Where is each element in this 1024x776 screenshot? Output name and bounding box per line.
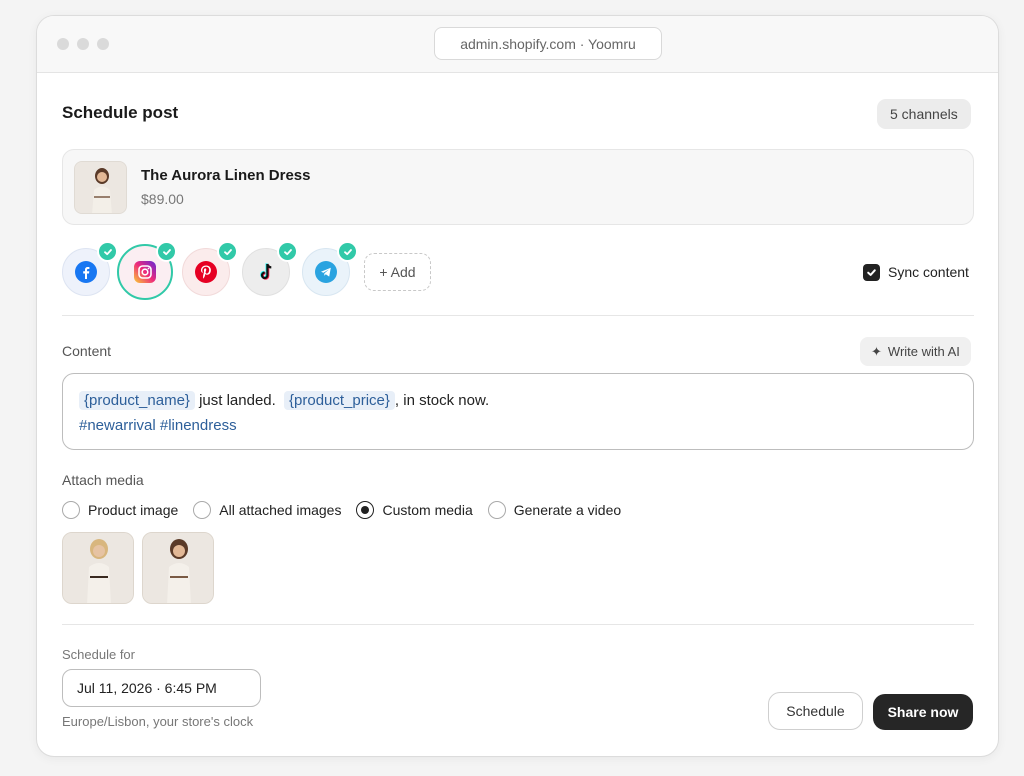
pinterest-icon: [195, 261, 217, 283]
facebook-icon: [75, 261, 97, 283]
section-divider: [62, 624, 974, 625]
channel-facebook[interactable]: [62, 241, 118, 296]
schedule-for-label: Schedule for: [62, 647, 135, 662]
check-icon: [217, 241, 238, 262]
radio-button[interactable]: [356, 501, 375, 519]
content-editor[interactable]: {product_name} just landed. {product_pri…: [62, 373, 974, 450]
add-channel-button[interactable]: + Add: [364, 253, 431, 291]
product-price: $89.00: [141, 191, 184, 207]
product-name-token[interactable]: {product_name}: [79, 391, 195, 410]
product-card: The Aurora Linen Dress $89.00: [62, 149, 974, 225]
tiktok-icon: [255, 261, 277, 283]
telegram-icon: [315, 261, 337, 283]
media-thumbnail[interactable]: [62, 532, 134, 604]
schedule-button[interactable]: Schedule: [768, 692, 863, 730]
page-title: Schedule post: [62, 103, 179, 122]
app-window: admin.shopify.com · Yoomru Schedule post…: [36, 15, 999, 757]
media-thumbnail[interactable]: [142, 532, 214, 604]
content-text: , in stock now.: [394, 392, 490, 409]
content-hashtags: #newarrival #linendress: [79, 417, 237, 434]
attach-media-label: Attach media: [62, 472, 144, 488]
window-control-dot[interactable]: [77, 38, 89, 50]
write-with-ai-label: Write with AI: [887, 344, 960, 359]
product-name: The Aurora Linen Dress: [141, 167, 311, 184]
sync-content-label[interactable]: Sync content: [888, 264, 969, 280]
channel-telegram[interactable]: [302, 241, 358, 296]
radio-generate-video[interactable]: Generate a video: [487, 501, 622, 519]
radio-label: Generate a video: [513, 502, 622, 518]
content-text: just landed.: [199, 392, 276, 409]
check-icon: [97, 241, 118, 262]
channel-pinterest[interactable]: [182, 241, 238, 296]
radio-label: Product image: [88, 502, 179, 518]
window-control-dot[interactable]: [97, 38, 109, 50]
check-icon: [867, 269, 876, 276]
check-icon: [277, 241, 298, 262]
channel-tiktok[interactable]: [242, 241, 298, 296]
radio-label: All attached images: [219, 502, 342, 518]
sync-content-checkbox[interactable]: [863, 264, 880, 281]
timezone-note: Europe/Lisbon, your store's clock: [62, 714, 254, 729]
section-divider: [62, 315, 974, 316]
product-price-token[interactable]: {product_price}: [284, 391, 395, 410]
product-thumbnail: [74, 161, 127, 214]
write-with-ai-button[interactable]: ✦ Write with AI: [860, 337, 971, 366]
radio-button[interactable]: [62, 501, 80, 519]
browser-titlebar: admin.shopify.com · Yoomru: [37, 16, 998, 73]
address-bar[interactable]: admin.shopify.com · Yoomru: [434, 27, 662, 60]
radio-product-image[interactable]: Product image: [62, 501, 178, 519]
radio-button[interactable]: [487, 501, 506, 519]
sparkle-icon: ✦: [871, 343, 882, 359]
radio-all-attached-images[interactable]: All attached images: [193, 501, 341, 519]
check-icon: [156, 241, 177, 262]
channel-instagram[interactable]: [117, 241, 177, 300]
attach-media-options: Product image All attached images Custom…: [62, 501, 636, 519]
radio-label: Custom media: [382, 502, 473, 518]
content-line-1: {product_name} just landed. {product_pri…: [79, 388, 957, 413]
check-icon: [337, 241, 358, 262]
schedule-datetime-input[interactable]: Jul 11, 2026 · 6:45 PM: [62, 669, 261, 707]
channels-count-badge: 5 channels: [877, 99, 971, 129]
radio-custom-media[interactable]: Custom media: [356, 501, 473, 519]
radio-button[interactable]: [193, 501, 212, 519]
window-control-dot[interactable]: [57, 38, 69, 50]
content-label: Content: [62, 343, 112, 359]
instagram-icon: [134, 261, 156, 283]
share-now-button[interactable]: Share now: [873, 694, 973, 730]
